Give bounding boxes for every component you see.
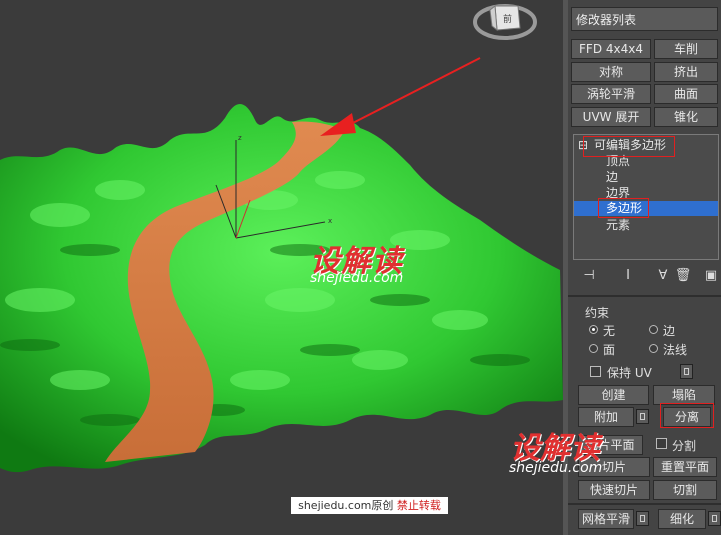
surface-button[interactable]: 曲面 — [654, 84, 718, 104]
uvw-unwrap-button[interactable]: UVW 展开 — [571, 107, 651, 127]
split-label: 分割 — [672, 439, 697, 453]
ffd-button[interactable]: FFD 4x4x4 — [571, 39, 651, 59]
reset-plane-button[interactable]: 重置平面 — [653, 457, 717, 477]
highlight-box-polygon — [598, 198, 649, 218]
refine-button[interactable]: 细化 — [658, 509, 706, 529]
refine-settings-button[interactable] — [708, 511, 721, 526]
terrain-render: z x 前 — [0, 4, 563, 473]
panel-separator — [568, 295, 721, 297]
constraint-edge-radio[interactable] — [649, 325, 658, 334]
preserve-uv-checkbox[interactable] — [590, 366, 601, 377]
quick-slice-button[interactable]: 快速切片 — [578, 480, 650, 500]
constraint-none-label: 无 — [603, 324, 616, 338]
highlight-box-root — [583, 136, 675, 157]
watermark-url: shejiedu.com — [310, 270, 404, 286]
remove-modifier-icon[interactable]: 🗑 — [673, 266, 693, 286]
viewcube-label: 前 — [503, 13, 512, 25]
constraint-normal-label: 法线 — [663, 343, 688, 357]
meshsmooth-button[interactable]: 网格平滑 — [578, 509, 634, 529]
copyright-warning: 禁止转载 — [396, 499, 441, 512]
red-arrow-icon — [320, 57, 481, 136]
meshsmooth-settings-button[interactable] — [636, 511, 649, 526]
modifier-list-dropdown[interactable]: 修改器列表 — [571, 7, 718, 31]
copyright-site: shejiedu.com原创 — [298, 499, 394, 512]
make-unique-icon[interactable]: ∀ — [653, 266, 673, 286]
attach-settings-button[interactable] — [636, 409, 649, 424]
preserve-uv-label: 保持 UV — [607, 366, 652, 380]
taper-button[interactable]: 锥化 — [654, 107, 718, 127]
create-button[interactable]: 创建 — [578, 385, 649, 405]
watermark-url-2: shejiedu.com — [509, 460, 603, 476]
highlight-box-detach — [660, 403, 714, 428]
stack-toolbar: ⊣ Ⅰ ∀ 🗑 ▣ — [573, 266, 721, 288]
constraints-title: 约束 — [585, 306, 610, 320]
svg-text:x: x — [328, 217, 332, 225]
svg-text:z: z — [238, 134, 242, 142]
configure-sets-icon[interactable]: ▣ — [701, 266, 721, 286]
pin-stack-icon[interactable]: ⊣ — [579, 266, 599, 286]
lathe-button[interactable]: 车削 — [654, 39, 718, 59]
3d-viewport[interactable]: z x 前 设解读 shejiedu.com shejiedu.com原创 禁止… — [0, 0, 563, 535]
turbosmooth-button[interactable]: 涡轮平滑 — [571, 84, 651, 104]
constraint-face-label: 面 — [603, 343, 616, 357]
stack-item-edge[interactable]: 边 — [606, 170, 618, 185]
constraint-none-radio[interactable] — [589, 325, 598, 334]
extrude-button[interactable]: 挤出 — [654, 62, 718, 82]
constraint-edge-label: 边 — [663, 324, 676, 338]
constraint-normal-radio[interactable] — [649, 344, 658, 353]
preserve-uv-settings-button[interactable] — [680, 364, 693, 379]
show-end-result-icon[interactable]: Ⅰ — [618, 266, 638, 286]
copyright-notice: shejiedu.com原创 禁止转载 — [291, 497, 448, 514]
stack-item-element[interactable]: 元素 — [606, 218, 630, 233]
symmetry-button[interactable]: 对称 — [571, 62, 651, 82]
split-checkbox[interactable] — [656, 438, 667, 449]
constraint-face-radio[interactable] — [589, 344, 598, 353]
modifier-stack[interactable]: ⊟ 可编辑多边形 顶点 边 边界 多边形 元素 — [573, 134, 719, 260]
collapse-button[interactable]: 塌陷 — [653, 385, 715, 405]
panel-separator-bottom — [568, 503, 721, 505]
cut-button[interactable]: 切割 — [653, 480, 717, 500]
